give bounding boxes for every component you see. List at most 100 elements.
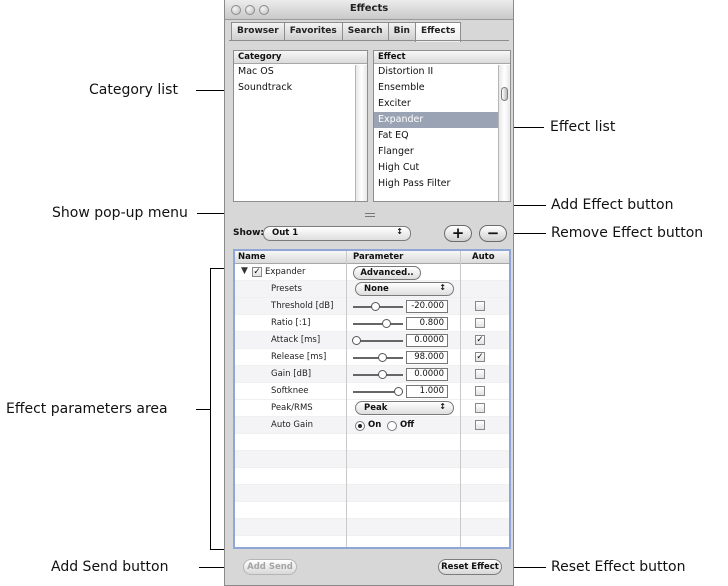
header-parameter: Parameter <box>353 252 404 262</box>
slider-knob[interactable] <box>370 302 380 311</box>
list-item[interactable]: Mac OS <box>234 64 367 80</box>
callout-reset-effect: Reset Effect button <box>551 559 686 575</box>
slider-knob[interactable] <box>394 387 403 396</box>
empty-row <box>235 502 509 519</box>
effect-list-header: Effect <box>374 51 510 64</box>
param-slider[interactable] <box>353 370 403 379</box>
list-item[interactable]: High Cut <box>374 160 510 176</box>
auto-checkbox[interactable]: ✓ <box>475 335 485 345</box>
auto-gain-off-label: Off <box>400 420 415 430</box>
slider-knob[interactable] <box>352 336 361 345</box>
callout-category-list: Category list <box>89 82 178 98</box>
tab-search[interactable]: Search <box>341 22 389 40</box>
peak-rms-value: Peak <box>364 403 388 413</box>
list-item-selected[interactable]: Expander <box>374 112 510 128</box>
callout-add-effect: Add Effect button <box>551 197 674 213</box>
tab-browser[interactable]: Browser <box>231 22 285 40</box>
tab-bin[interactable]: Bin <box>387 22 416 40</box>
tab-effects[interactable]: Effects <box>414 22 462 42</box>
list-item[interactable]: Ensemble <box>374 80 510 96</box>
empty-row <box>235 468 509 485</box>
category-list[interactable]: Category Mac OS Soundtrack <box>233 50 368 202</box>
peak-rms-popup[interactable]: Peak ↕ <box>355 401 454 415</box>
empty-row <box>235 519 509 536</box>
presets-popup[interactable]: None ↕ <box>355 282 454 296</box>
param-slider[interactable] <box>353 353 403 362</box>
slider-knob[interactable] <box>378 370 388 379</box>
param-value-field[interactable]: 0.0000 <box>406 334 448 347</box>
auto-gain-label: Auto Gain <box>271 420 313 430</box>
header-name: Name <box>238 252 266 262</box>
table-row: Release [ms] 98.000 ✓ <box>235 349 509 366</box>
auto-checkbox[interactable] <box>475 369 485 379</box>
param-name: Softknee <box>271 386 309 396</box>
table-row: Softknee 1.000 <box>235 383 509 400</box>
presets-label: Presets <box>271 284 302 294</box>
table-row: Ratio [:1] 0.800 <box>235 315 509 332</box>
param-value-field[interactable]: 1.000 <box>406 385 448 398</box>
auto-checkbox[interactable] <box>475 420 485 430</box>
effect-list-scrollbar[interactable] <box>498 65 510 201</box>
param-name: Gain [dB] <box>271 369 312 379</box>
empty-row <box>235 434 509 451</box>
param-value-field[interactable]: -20.000 <box>406 300 448 313</box>
auto-checkbox[interactable] <box>475 318 485 328</box>
disclosure-triangle-icon[interactable]: ▼ <box>241 266 248 276</box>
scrollbar-thumb[interactable] <box>501 87 508 101</box>
callout-params-area: Effect parameters area <box>6 401 168 417</box>
param-slider[interactable] <box>353 302 403 311</box>
add-effect-button[interactable]: + <box>444 225 472 242</box>
callout-add-send: Add Send button <box>51 559 169 575</box>
title-bar: Effects <box>225 0 513 20</box>
show-popup-value: Out 1 <box>272 228 299 238</box>
auto-checkbox[interactable]: ✓ <box>475 352 485 362</box>
param-value-field[interactable]: 0.0000 <box>406 368 448 381</box>
splitter-handle[interactable] <box>365 213 375 217</box>
param-name: Threshold [dB] <box>271 301 334 311</box>
tab-favorites[interactable]: Favorites <box>283 22 343 40</box>
table-row: Threshold [dB] -20.000 <box>235 298 509 315</box>
reset-effect-button[interactable]: Reset Effect <box>438 559 502 575</box>
callout-show-popup: Show pop-up menu <box>52 205 188 221</box>
effect-enable-checkbox[interactable]: ✓ <box>252 267 262 277</box>
add-send-button[interactable]: Add Send <box>243 559 297 575</box>
effect-parameters-area: Name Parameter Auto ▼ ✓ Expander Advance… <box>233 249 511 549</box>
effects-window: Effects Browser Favorites Search Bin Eff… <box>224 0 514 586</box>
show-popup-menu[interactable]: Out 1 ↕ <box>263 226 411 241</box>
auto-checkbox[interactable] <box>475 403 485 413</box>
slider-knob[interactable] <box>382 319 392 328</box>
effect-list[interactable]: Effect Distortion II Ensemble Exciter Ex… <box>373 50 511 202</box>
auto-gain-off-radio[interactable] <box>387 421 397 431</box>
empty-row <box>235 451 509 468</box>
popup-arrows-icon: ↕ <box>439 283 446 292</box>
param-value-field[interactable]: 0.800 <box>406 317 448 330</box>
list-item[interactable]: Distortion II <box>374 64 510 80</box>
remove-effect-button[interactable]: − <box>479 225 507 242</box>
params-header: Name Parameter Auto <box>235 251 509 264</box>
category-list-scrollbar[interactable] <box>355 65 367 201</box>
auto-checkbox[interactable] <box>475 386 485 396</box>
list-item[interactable]: Flanger <box>374 144 510 160</box>
param-slider[interactable] <box>352 336 403 345</box>
window-title: Effects <box>349 3 389 14</box>
list-item[interactable]: Fat EQ <box>374 128 510 144</box>
show-label: Show: <box>233 228 264 238</box>
callout-effect-list: Effect list <box>550 119 616 135</box>
param-slider[interactable] <box>353 319 403 328</box>
advanced-button[interactable]: Advanced.. <box>353 266 421 280</box>
auto-gain-on-radio[interactable] <box>355 421 365 431</box>
list-item[interactable]: Exciter <box>374 96 510 112</box>
param-name: Release [ms] <box>271 352 327 362</box>
popup-arrows-icon: ↕ <box>396 227 403 236</box>
param-value-field[interactable]: 98.000 <box>406 351 448 364</box>
slider-knob[interactable] <box>378 353 388 362</box>
empty-row <box>235 485 509 502</box>
list-item[interactable]: Soundtrack <box>234 80 367 96</box>
peak-rms-label: Peak/RMS <box>271 403 313 413</box>
list-item[interactable]: High Pass Filter <box>374 176 510 192</box>
presets-value: None <box>364 284 389 294</box>
auto-checkbox[interactable] <box>475 301 485 311</box>
param-slider[interactable] <box>353 387 403 396</box>
effect-name: Expander <box>265 267 306 277</box>
table-row: Gain [dB] 0.0000 <box>235 366 509 383</box>
